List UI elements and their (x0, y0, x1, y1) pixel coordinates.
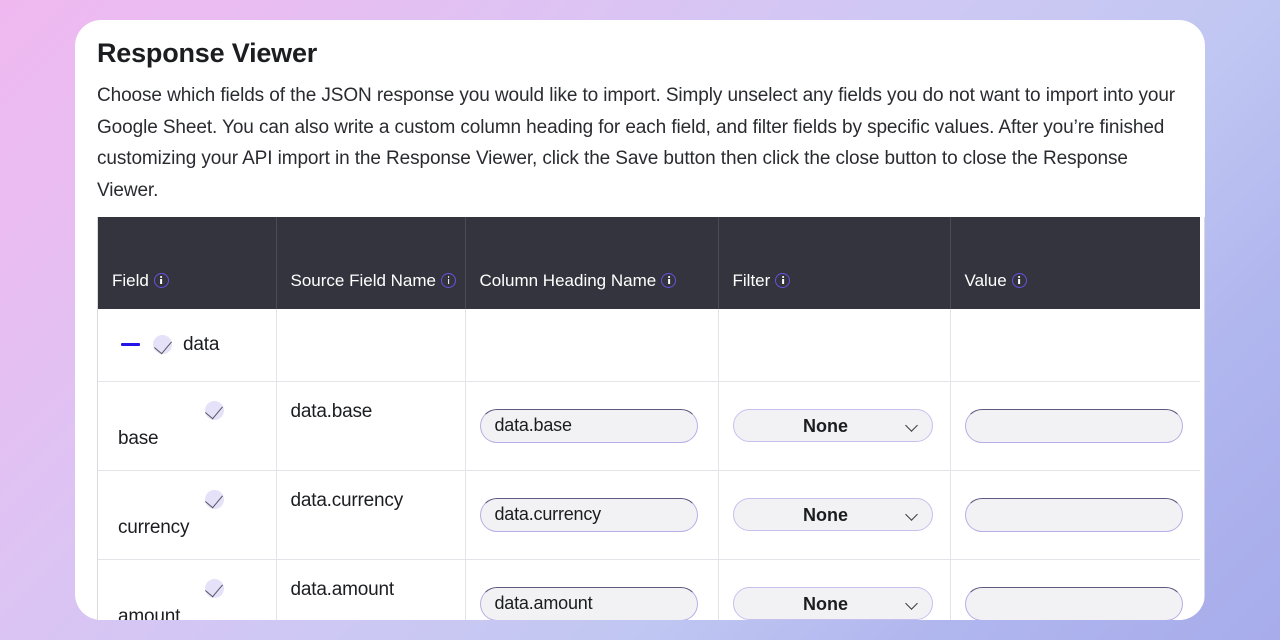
page-title: Response Viewer (97, 38, 318, 68)
info-icon[interactable] (441, 273, 457, 288)
filter-select[interactable]: None (732, 409, 933, 442)
filter-cell (718, 309, 951, 382)
value-wrap (951, 382, 1201, 470)
field-leaf-group: currency (98, 471, 276, 559)
value-wrap (951, 560, 1201, 620)
value-wrap (951, 471, 1201, 559)
field-label: base (118, 427, 159, 449)
field-leaf-group: amount (98, 560, 276, 621)
fields-table: Field Source Field Name Column Heading N… (98, 217, 1200, 620)
field-leaf-group: base (98, 382, 276, 470)
value-input[interactable] (964, 586, 1183, 620)
info-icon[interactable] (775, 273, 791, 288)
field-checkbox-wrap (204, 489, 224, 509)
field-label: currency (118, 516, 190, 538)
value-cell (950, 470, 1201, 560)
field-checkbox-wrap (204, 400, 224, 420)
table-body: data base data.base data.base None curre… (98, 309, 1200, 620)
field-checkbox[interactable] (204, 489, 224, 509)
column-header-filter-label: Filter (732, 271, 771, 290)
column-header-column-heading-name-label: Column Heading Name (479, 271, 657, 290)
column-heading-name-wrap (466, 471, 718, 559)
column-heading-name-cell (465, 309, 719, 382)
table-row: amount data.amount data.amount None (98, 559, 1200, 620)
source-field-name-text (277, 309, 465, 381)
source-field-name-text: data.currency (290, 489, 404, 511)
page-description: Choose which fields of the JSON response… (97, 85, 1176, 201)
field-checkbox-wrap (204, 578, 224, 598)
column-heading-name-input[interactable] (479, 408, 698, 443)
column-heading-name-wrap (466, 382, 718, 470)
column-header-value-label: Value (964, 271, 1007, 290)
field-checkbox[interactable] (204, 578, 224, 598)
value-cell (950, 309, 1200, 382)
field-cell: currency (98, 470, 277, 560)
filter-wrap: None (719, 382, 950, 470)
field-label: amount (118, 605, 181, 621)
source-field-name-cell: data.currency (276, 470, 466, 560)
table-row: base data.base data.base None (98, 381, 1201, 471)
source-field-name-cell (276, 309, 466, 382)
column-heading-name-input[interactable] (479, 586, 698, 620)
fields-table-container: Field Source Field Name Column Heading N… (97, 217, 1205, 620)
source-field-name-cell: data.amount (276, 559, 466, 620)
source-field-name-text: data.amount (290, 578, 395, 600)
source-field-name-text: data.base (290, 400, 373, 422)
info-icon[interactable] (153, 273, 169, 288)
table-header: Field Source Field Name Column Heading N… (98, 217, 1200, 309)
column-header-field: Field (98, 217, 277, 309)
column-header-column-heading-name: Column Heading Name (465, 217, 719, 309)
value-cell (950, 381, 1201, 471)
column-header-source-field-name: Source Field Name (276, 217, 466, 309)
response-viewer-card: Response Viewer Choose which fields of t… (75, 20, 1205, 620)
filter-select-box: None (732, 409, 933, 442)
column-header-value: Value (950, 217, 1200, 309)
field-parent-group: data (98, 334, 276, 356)
info-icon[interactable] (1011, 273, 1027, 288)
value-cell (950, 559, 1200, 620)
filter-cell: None (718, 381, 951, 471)
column-heading-name-cell (465, 381, 719, 471)
field-label: data (183, 333, 220, 355)
filter-select-box: None (732, 498, 933, 531)
filter-select[interactable]: None (732, 498, 933, 531)
minus-icon[interactable] (120, 334, 142, 356)
filter-wrap: None (719, 471, 950, 559)
column-header-source-field-name-label: Source Field Name (290, 271, 437, 290)
column-heading-name-wrap (466, 560, 718, 620)
field-checkbox[interactable] (204, 400, 224, 420)
table-row: currency data.currency data.currency Non… (98, 470, 1201, 560)
table-header-row: Field Source Field Name Column Heading N… (98, 217, 1200, 309)
field-cell: base (98, 381, 277, 471)
value-input[interactable] (964, 497, 1183, 532)
field-checkbox[interactable] (153, 335, 172, 355)
column-header-filter: Filter (718, 217, 951, 309)
value-input[interactable] (964, 408, 1183, 443)
column-heading-name-cell (465, 559, 719, 620)
filter-select-box: None (732, 587, 933, 620)
source-field-name-cell: data.base (276, 381, 466, 471)
field-cell: data (98, 309, 277, 382)
card-content: Response Viewer Choose which fields of t… (75, 20, 1205, 620)
field-cell: amount (98, 559, 277, 621)
filter-wrap: None (719, 560, 950, 620)
filter-select[interactable]: None (732, 587, 933, 620)
column-header-field-label: Field (112, 271, 149, 290)
column-heading-name-input[interactable] (479, 497, 698, 532)
info-icon[interactable] (661, 273, 677, 288)
column-heading-name-cell (465, 470, 719, 560)
table-row: data (98, 309, 1200, 382)
filter-cell: None (718, 559, 951, 620)
filter-cell: None (718, 470, 951, 560)
